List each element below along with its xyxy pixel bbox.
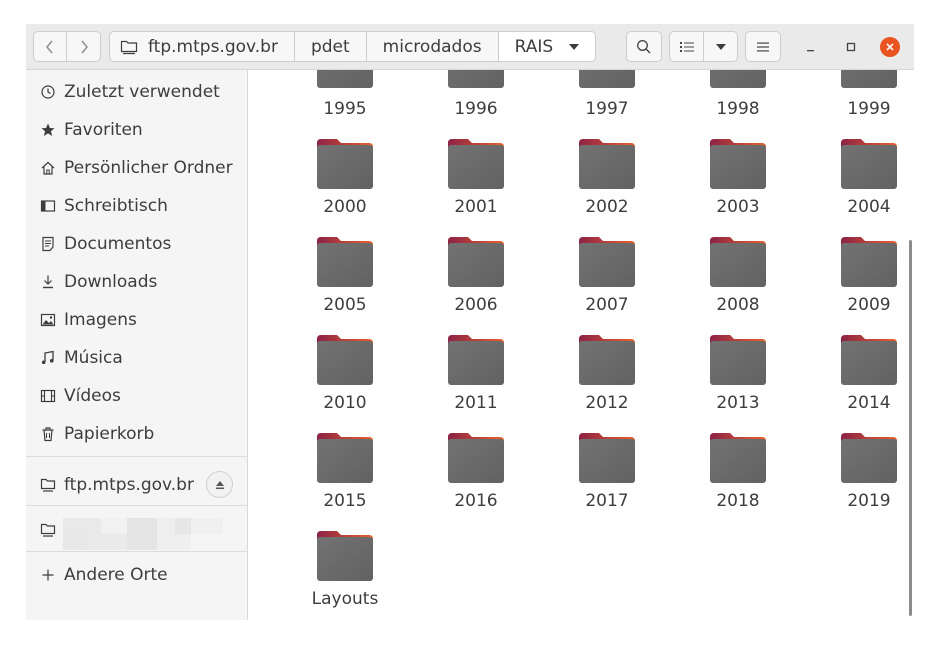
sidebar-item-label: ftp.mtps.gov.br [64, 475, 194, 495]
folder-icon [317, 531, 373, 581]
path-crumb-label: microdados [382, 36, 482, 57]
sidebar-item-documents[interactable]: Documentos [26, 225, 248, 263]
search-icon [637, 39, 651, 53]
maximize-button[interactable] [841, 37, 861, 57]
image-icon [40, 313, 56, 327]
video-icon [40, 389, 56, 403]
sidebar-item-label: Andere Orte [64, 565, 168, 585]
music-icon [41, 350, 54, 365]
star-icon [41, 123, 55, 136]
sidebar-item-home[interactable]: Persönlicher Ordner [26, 149, 248, 187]
sidebar-item-label: Downloads [64, 272, 158, 292]
sidebar-item-music[interactable]: Música [26, 339, 248, 377]
vertical-scrollbar[interactable] [909, 240, 912, 616]
folder-icon [710, 433, 766, 483]
sidebar-item-hidden-mount[interactable] [26, 507, 248, 553]
menu-button[interactable] [745, 31, 781, 62]
close-button[interactable] [880, 37, 900, 57]
list-view-icon [679, 41, 694, 52]
eject-icon [215, 480, 224, 489]
maximize-icon [846, 42, 856, 52]
folder-label: 2018 [716, 491, 760, 511]
forward-button[interactable] [67, 31, 101, 62]
network-folder-icon [40, 523, 56, 537]
chevron-down-icon [715, 43, 726, 50]
folder-item[interactable]: 2019 [814, 70, 914, 517]
path-crumb-pdet[interactable]: pdet [295, 32, 367, 61]
path-crumb-rais[interactable]: RAIS [498, 32, 596, 61]
network-folder-icon [40, 478, 56, 492]
folder-icon [579, 433, 635, 483]
sidebar-item-label: Imagens [64, 310, 137, 330]
folder-label: 2017 [585, 491, 629, 511]
trash-icon [42, 427, 54, 442]
file-manager-window: ftp.mtps.gov.br pdet microdados RAIS Zul… [26, 24, 914, 620]
desktop-icon [40, 200, 56, 212]
sidebar-item-label: Música [64, 348, 123, 368]
view-options-button[interactable] [704, 31, 738, 62]
path-crumb-label: RAIS [514, 36, 554, 57]
folder-label: Layouts [311, 589, 379, 609]
sidebar-item-label: Papierkorb [64, 424, 155, 444]
folder-item[interactable]: 2018 [683, 70, 793, 517]
sidebar-separator [26, 505, 248, 506]
folder-icon [448, 433, 504, 483]
home-icon [41, 161, 55, 175]
plus-icon [42, 569, 54, 581]
download-icon [43, 275, 53, 289]
path-crumb-microdados[interactable]: microdados [367, 32, 499, 61]
path-crumb-label: ftp.mtps.gov.br [148, 36, 278, 57]
folder-icon [841, 433, 897, 483]
sidebar-item-favorites[interactable]: Favoriten [26, 111, 248, 149]
document-icon [42, 236, 54, 252]
folder-grid: 1995 1996 1997 1998 1999 2000 2001 2002 2003 2004… [248, 70, 914, 620]
clock-icon [41, 85, 55, 99]
back-button[interactable] [33, 31, 67, 62]
navigation-buttons [33, 31, 101, 62]
sidebar-item-label: Favoriten [64, 120, 143, 140]
hamburger-icon [757, 42, 769, 51]
sidebar-item-label: Schreibtisch [64, 196, 168, 216]
sidebar-item-videos[interactable]: Vídeos [26, 377, 248, 415]
sidebar-item-images[interactable]: Imagens [26, 301, 248, 339]
dropdown-arrow-icon [569, 43, 580, 50]
eject-button[interactable] [206, 471, 233, 498]
header-bar: ftp.mtps.gov.br pdet microdados RAIS [26, 24, 914, 70]
path-crumb-root[interactable]: ftp.mtps.gov.br [110, 32, 295, 61]
folder-label: 2016 [454, 491, 498, 511]
sidebar-item-trash[interactable]: Papierkorb [26, 415, 248, 453]
sidebar-item-desktop[interactable]: Schreibtisch [26, 187, 248, 225]
minimize-button[interactable] [801, 37, 821, 57]
folder-item[interactable]: 2016 [421, 70, 531, 517]
path-bar: ftp.mtps.gov.br pdet microdados RAIS [109, 31, 597, 62]
close-icon [886, 43, 894, 51]
search-button[interactable] [626, 31, 662, 62]
sidebar-item-label: Vídeos [64, 386, 121, 406]
chevron-right-icon [80, 40, 88, 53]
sidebar-item-other-locations[interactable]: Andere Orte [26, 556, 248, 594]
sidebar: Zuletzt verwendet Favoriten Persönlicher… [26, 70, 248, 620]
view-buttons [669, 31, 738, 62]
sidebar-item-ftp-mount[interactable]: ftp.mtps.gov.br [26, 462, 248, 508]
sidebar-item-label: Persönlicher Ordner [64, 158, 233, 178]
folder-label: 2019 [847, 491, 891, 511]
path-crumb-label: pdet [310, 36, 350, 57]
sidebar-item-recent[interactable]: Zuletzt verwendet [26, 73, 248, 111]
minimize-icon [807, 50, 814, 52]
sidebar-item-downloads[interactable]: Downloads [26, 263, 248, 301]
folder-item[interactable]: 2017 [552, 70, 662, 517]
network-folder-icon [120, 40, 138, 54]
folder-item[interactable]: Layouts [290, 70, 400, 615]
redacted-label [63, 518, 223, 550]
chevron-left-icon [46, 40, 53, 53]
sidebar-separator [26, 456, 248, 457]
sidebar-item-label: Zuletzt verwendet [64, 82, 220, 102]
list-view-button[interactable] [669, 31, 704, 62]
sidebar-item-label: Documentos [64, 234, 172, 254]
sidebar-separator [26, 551, 248, 552]
